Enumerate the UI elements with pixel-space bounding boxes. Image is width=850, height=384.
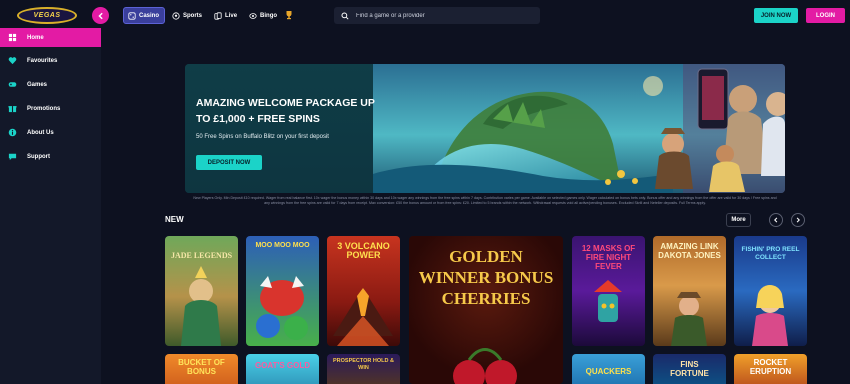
site-logo[interactable]: VEGAS [17, 7, 77, 24]
soccer-ball-icon [172, 11, 180, 20]
more-button[interactable]: More [726, 213, 751, 227]
chevron-right-icon [796, 217, 800, 223]
search-input[interactable] [356, 12, 526, 19]
dice-icon [128, 11, 136, 20]
sidebar-item-promotions[interactable]: Promotions [0, 99, 101, 118]
chat-icon [8, 153, 17, 161]
chevron-left-icon [774, 217, 778, 223]
game-tile[interactable]: 12 MASKS OF FIRE NIGHT FEVER [572, 236, 645, 346]
product-tabs: Casino Sports Live Bingo [123, 7, 282, 24]
game-title: PROSPECTOR HOLD & WIN [332, 358, 394, 371]
tab-casino[interactable]: Casino [123, 7, 166, 24]
sidebar-item-games[interactable]: Games [0, 75, 101, 94]
sidebar-item-home[interactable]: Home [0, 28, 101, 47]
sidebar-item-label: Favourites [27, 57, 58, 64]
game-title: JADE LEGENDS [170, 251, 233, 260]
sidebar-item-favourites[interactable]: Favourites [0, 51, 101, 70]
search-icon [341, 11, 349, 20]
bingo-ball-icon [249, 12, 257, 19]
cards-icon [214, 11, 222, 20]
sidebar-item-label: Home [27, 34, 44, 41]
banner-title-line1: AMAZING WELCOME PACKAGE UP [196, 97, 375, 109]
tab-label: Sports [183, 12, 203, 19]
game-tile[interactable]: JADE LEGENDS [165, 236, 238, 346]
trophy-icon[interactable] [284, 10, 294, 20]
tab-sports[interactable]: Sports [168, 7, 207, 24]
tab-bingo[interactable]: Bingo [245, 7, 282, 24]
banner-title-line2: TO £1,000 + FREE SPINS [196, 113, 320, 125]
game-title: BUCKET OF BONUS [178, 358, 225, 376]
sidebar-collapse-button[interactable] [92, 7, 109, 24]
game-tile[interactable]: QUACKERS [572, 354, 645, 384]
carousel-prev-button[interactable] [769, 213, 783, 227]
promo-banner[interactable]: AMAZING WELCOME PACKAGE UP TO £1,000 + F… [185, 64, 785, 193]
login-button[interactable]: LOGIN [806, 8, 845, 23]
terms-text[interactable]: New Players Only. Min Deposit £10 requir… [190, 196, 780, 206]
tab-label: Casino [139, 12, 160, 19]
chevron-left-icon [97, 12, 103, 19]
game-title: 3 VOLCANO POWER [337, 241, 390, 260]
gamepad-icon [8, 82, 17, 87]
deposit-now-button[interactable]: DEPOSIT NOW [196, 155, 262, 170]
game-tile-featured[interactable]: GOLDEN WINNER BONUS CHERRIES [409, 236, 563, 384]
game-tile[interactable]: PROSPECTOR HOLD & WIN [327, 354, 400, 384]
gift-icon [8, 106, 17, 113]
game-title: ROCKET ERUPTION [749, 358, 792, 376]
section-title: NEW [165, 215, 184, 224]
sidebar: Home Favourites Games Promotions About U… [0, 28, 101, 384]
sidebar-item-support[interactable]: Support [0, 147, 101, 166]
banner-title: AMAZING WELCOME PACKAGE UP TO £1,000 + F… [196, 95, 396, 127]
sidebar-item-about-us[interactable]: About Us [0, 123, 101, 142]
heart-icon [8, 57, 17, 65]
search-bar[interactable] [334, 7, 540, 24]
game-title: MOO MOO MOO [255, 242, 310, 249]
tab-label: Live [225, 12, 238, 19]
game-tile[interactable]: AMAZING LINK DAKOTA JONES [653, 236, 726, 346]
game-artwork [256, 276, 308, 340]
game-title: 12 MASKS OF FIRE NIGHT FEVER [581, 244, 636, 271]
tab-live[interactable]: Live [210, 7, 242, 24]
game-title: FISHIN' PRO REEL COLLECT [741, 246, 800, 261]
game-tile[interactable]: BUCKET OF BONUS [165, 354, 238, 384]
game-title: FINS FORTUNE [670, 360, 709, 378]
home-icon [8, 33, 17, 42]
game-tile[interactable]: FISHIN' PRO REEL COLLECT [734, 236, 807, 346]
game-title: GOAT'S GOLD [254, 361, 311, 370]
banner-subtitle: 50 Free Spins on Buffalo Blitz on your f… [196, 134, 329, 140]
banner-artwork [373, 64, 785, 193]
sidebar-item-label: About Us [27, 129, 54, 136]
sidebar-item-label: Promotions [27, 105, 61, 112]
game-tile[interactable]: GOAT'S GOLD [246, 354, 319, 384]
game-title: QUACKERS [585, 367, 632, 376]
tab-label: Bingo [260, 12, 278, 19]
game-tile[interactable]: MOO MOO MOO [246, 236, 319, 346]
game-tile[interactable]: 3 VOLCANO POWER [327, 236, 400, 346]
sidebar-item-label: Support [27, 153, 50, 160]
carousel-next-button[interactable] [791, 213, 805, 227]
join-now-button[interactable]: JOIN NOW [754, 8, 798, 23]
logo-text: VEGAS [33, 12, 61, 19]
game-title: AMAZING LINK DAKOTA JONES [658, 242, 721, 260]
game-tile[interactable]: FINS FORTUNE [653, 354, 726, 384]
sidebar-item-label: Games [27, 81, 48, 88]
game-tile[interactable]: ROCKET ERUPTION [734, 354, 807, 384]
top-bar: VEGAS Casino Sports Live Bingo JOIN NOW … [0, 0, 850, 30]
banner-text-panel [185, 64, 373, 193]
info-icon [8, 128, 17, 137]
game-title: GOLDEN WINNER BONUS CHERRIES [418, 247, 554, 308]
